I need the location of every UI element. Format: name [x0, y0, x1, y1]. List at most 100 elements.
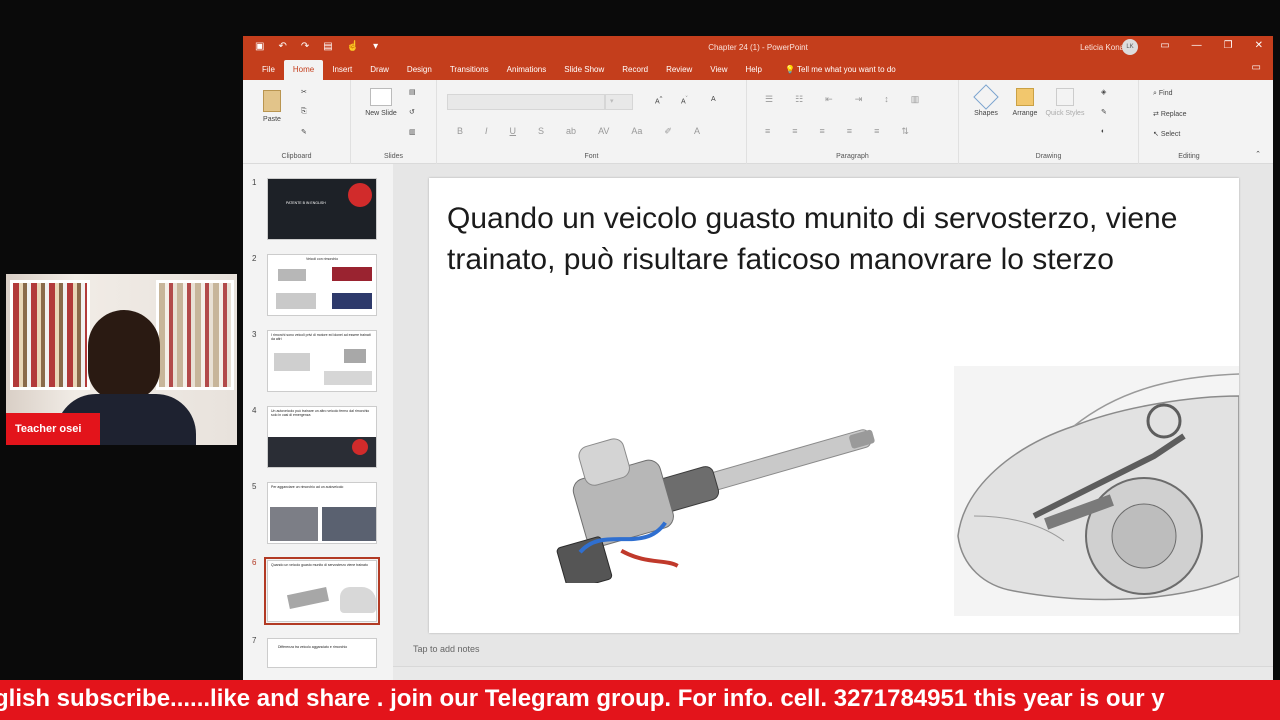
shape-fill-icon[interactable]: ◈	[1101, 88, 1106, 96]
tab-draw[interactable]: Draw	[361, 60, 398, 80]
slide-thumbnail-7[interactable]: Differenza tra veicolo agganciato e rimo…	[267, 638, 377, 668]
quick-styles-icon	[1056, 88, 1074, 106]
cut-icon[interactable]: ✂	[301, 88, 307, 96]
new-slide-button[interactable]: New Slide	[363, 88, 399, 117]
layout-icon[interactable]: ▤	[409, 88, 416, 96]
ribbon-display-icon[interactable]: ▭	[1160, 40, 1169, 51]
tab-slide-show[interactable]: Slide Show	[555, 60, 613, 80]
slide-thumbnail-2[interactable]: Veicoli con rimorchio	[267, 254, 377, 316]
tell-me-search[interactable]: 💡 Tell me what you want to do	[785, 60, 896, 80]
char-spacing-icon[interactable]: ab	[566, 126, 576, 137]
underline-icon[interactable]: U	[510, 126, 517, 137]
arrange-button[interactable]: Arrange	[1009, 88, 1041, 117]
line-spacing-icon[interactable]: ↕	[884, 94, 889, 105]
font-color-icon[interactable]: A	[694, 126, 700, 137]
webcam-name-label: Teacher osei	[6, 413, 100, 445]
spacing-icon[interactable]: AV	[598, 126, 609, 137]
tab-insert[interactable]: Insert	[323, 60, 361, 80]
bookshelf	[10, 280, 90, 390]
text-direction-icon[interactable]: ⇅	[901, 126, 909, 137]
ribbon: Paste ✂ ⎘ ✎ Clipboard New Slide ▤ ↺ ▥ Sl…	[243, 80, 1273, 164]
steering-column-image	[556, 429, 875, 583]
font-name-input[interactable]	[447, 94, 605, 110]
tab-animations[interactable]: Animations	[498, 60, 556, 80]
slide-thumbnail-4[interactable]: Un autoveicolo può trainare un altro vei…	[267, 406, 377, 468]
restore-icon[interactable]: ❐	[1224, 40, 1233, 51]
paragraph-row-1: ☰ ☷ ⇤ ⇥ ↕ ▥	[765, 94, 919, 105]
decrease-font-icon[interactable]: Aˇ	[681, 96, 688, 105]
quick-styles-button[interactable]: Quick Styles	[1045, 88, 1085, 117]
numbering-icon[interactable]: ☷	[795, 94, 803, 105]
find-button[interactable]: ⌕ Find	[1153, 90, 1173, 98]
new-slide-label: New Slide	[365, 110, 397, 117]
align-center-icon[interactable]: ≡	[792, 126, 797, 137]
strikethrough-icon[interactable]: S	[538, 126, 544, 137]
select-button[interactable]: ↖ Select	[1153, 130, 1180, 138]
font-label: Font	[584, 153, 599, 160]
slide-thumbnail-1[interactable]: PATENTE B IN ENGLISH	[267, 178, 377, 240]
thumbnail-text: Veicoli con rimorchio	[305, 257, 339, 261]
justify-icon[interactable]: ≡	[847, 126, 852, 137]
close-icon[interactable]: ✕	[1255, 40, 1263, 51]
align-right-icon[interactable]: ≡	[820, 126, 825, 137]
highlight-icon[interactable]: ✐	[664, 126, 672, 137]
increase-indent-icon[interactable]: ⇥	[855, 94, 863, 105]
editing-group: ⌕ Find ⇄ Replace ↖ Select Editing	[1139, 80, 1239, 164]
paste-button[interactable]: Paste	[259, 90, 285, 123]
collapse-ribbon-icon[interactable]: ⌃	[1255, 150, 1261, 158]
slide-thumbnail-6[interactable]: Quando un veicolo guasto munito di servo…	[264, 557, 380, 625]
decrease-indent-icon[interactable]: ⇤	[825, 94, 833, 105]
tab-review[interactable]: Review	[657, 60, 701, 80]
car-image	[340, 587, 376, 613]
thumbnail-text: Per agganciare un rimorchio ad un autove…	[271, 485, 344, 489]
shape-outline-icon[interactable]: ✎	[1101, 108, 1107, 116]
stop-sign-icon	[348, 183, 372, 207]
copy-icon[interactable]: ⎘	[301, 108, 307, 116]
tab-design[interactable]: Design	[398, 60, 441, 80]
columns-icon[interactable]: ▥	[911, 94, 920, 105]
italic-icon[interactable]: I	[485, 126, 488, 137]
comments-icon[interactable]: ▭	[1252, 62, 1261, 73]
paragraph-row-2: ≡ ≡ ≡ ≡ ≡ ⇅	[765, 126, 909, 137]
tab-view[interactable]: View	[701, 60, 736, 80]
tab-home[interactable]: Home	[283, 60, 324, 80]
tab-help[interactable]: Help	[737, 60, 771, 80]
slides-group: New Slide ▤ ↺ ▥ Slides	[351, 80, 437, 164]
ticker-text: glish subscribe......like and share . jo…	[0, 685, 1165, 712]
increase-font-icon[interactable]: A^	[655, 96, 662, 105]
bold-icon[interactable]: B	[457, 126, 463, 137]
change-case-icon[interactable]: Aa	[631, 126, 642, 137]
current-slide[interactable]: Quando un veicolo guasto munito di servo…	[429, 178, 1239, 633]
bullets-icon[interactable]: ☰	[765, 94, 773, 105]
clear-format-icon[interactable]: A	[711, 96, 716, 103]
notes-placeholder[interactable]: Tap to add notes	[413, 644, 480, 654]
slide-thumbnail-5[interactable]: Per agganciare un rimorchio ad un autove…	[267, 482, 377, 544]
quick-styles-label: Quick Styles	[1045, 110, 1085, 117]
minimize-icon[interactable]: —	[1192, 40, 1202, 51]
thumbnail-number: 6	[252, 558, 257, 567]
avatar[interactable]: LK	[1122, 39, 1138, 55]
thumbnail-number: 2	[252, 254, 257, 263]
find-label: Find	[1158, 90, 1173, 97]
tab-transitions[interactable]: Transitions	[441, 60, 498, 80]
distributed-icon[interactable]: ≡	[874, 126, 879, 137]
slide-title[interactable]: Quando un veicolo guasto munito di servo…	[447, 198, 1207, 280]
thumbnail-number: 7	[252, 636, 257, 645]
replace-button[interactable]: ⇄ Replace	[1153, 110, 1187, 118]
vehicle-image	[278, 269, 306, 281]
select-icon: ↖	[1153, 131, 1161, 138]
tab-file[interactable]: File	[253, 60, 284, 80]
align-left-icon[interactable]: ≡	[765, 126, 770, 137]
paste-label: Paste	[263, 116, 281, 123]
shapes-button[interactable]: Shapes	[971, 84, 1001, 117]
slide-thumbnail-3[interactable]: I rimorchi sono veicoli privi di motore …	[267, 330, 377, 392]
tab-record[interactable]: Record	[613, 60, 657, 80]
font-size-input[interactable]: ▾	[605, 94, 633, 110]
format-painter-icon[interactable]: ✎	[301, 128, 307, 136]
reset-icon[interactable]: ↺	[409, 108, 415, 116]
stop-sign-icon	[352, 439, 368, 455]
shape-effects-icon[interactable]: ◐	[1101, 128, 1105, 135]
bookshelf	[156, 280, 234, 390]
section-icon[interactable]: ▥	[409, 128, 416, 136]
clipboard-icon	[263, 90, 281, 112]
